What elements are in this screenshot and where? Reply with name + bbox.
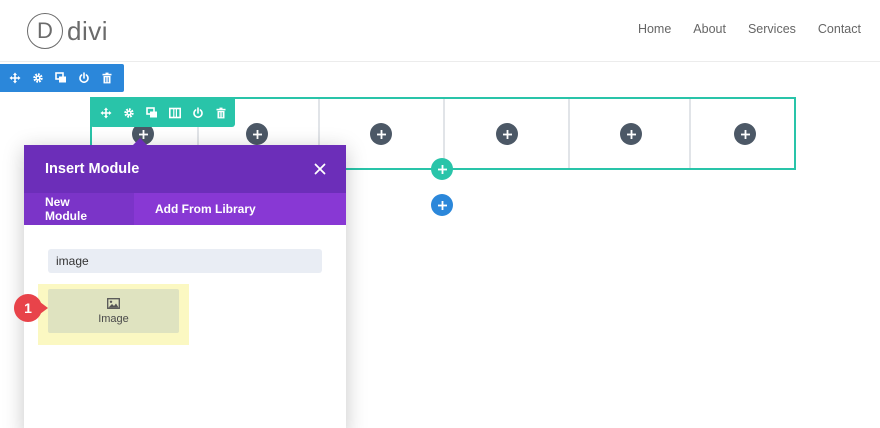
duplicate-icon[interactable] (55, 72, 67, 84)
add-section-button[interactable] (431, 194, 453, 216)
gear-icon[interactable] (32, 72, 44, 84)
add-module-button[interactable] (246, 123, 268, 145)
power-icon[interactable] (192, 107, 204, 119)
gear-icon[interactable] (123, 107, 135, 119)
callout-number: 1 (24, 300, 32, 316)
logo-mark: D (27, 13, 63, 49)
main-nav: Home About Services Contact (616, 22, 861, 36)
add-module-button[interactable] (620, 123, 642, 145)
add-row-button[interactable] (431, 158, 453, 180)
logo-text: divi (67, 15, 109, 46)
modal-body: Image (24, 225, 346, 428)
close-button[interactable] (313, 162, 327, 176)
trash-icon[interactable] (101, 72, 113, 84)
step-callout: 1 (14, 293, 48, 323)
section-toolbar (0, 64, 124, 92)
tab-new-module[interactable]: New Module (24, 193, 134, 225)
row-column-6[interactable] (691, 99, 794, 168)
row-column-4[interactable] (445, 99, 570, 168)
module-label: Image (98, 312, 129, 325)
divi-logo[interactable]: D divi (27, 13, 108, 49)
trash-icon[interactable] (215, 107, 227, 119)
add-module-button[interactable] (496, 123, 518, 145)
row-toolbar (90, 99, 235, 127)
columns-icon[interactable] (169, 107, 181, 119)
module-search-input[interactable] (48, 249, 322, 273)
tab-add-from-library[interactable]: Add From Library (134, 193, 277, 225)
nav-link-home[interactable]: Home (638, 22, 671, 36)
modal-pointer (132, 138, 148, 146)
site-header: D divi Home About Services Contact (0, 0, 880, 62)
modal-header: Insert Module (24, 145, 346, 193)
image-icon (107, 297, 120, 309)
duplicate-icon[interactable] (146, 107, 158, 119)
nav-link-about[interactable]: About (693, 22, 726, 36)
row-column-5[interactable] (570, 99, 691, 168)
nav-link-contact[interactable]: Contact (818, 22, 861, 36)
move-icon[interactable] (100, 107, 112, 119)
close-icon (314, 163, 326, 175)
insert-module-modal: Insert Module New Module Add From Librar… (24, 145, 346, 428)
add-module-button[interactable] (370, 123, 392, 145)
nav-link-services[interactable]: Services (748, 22, 796, 36)
move-icon[interactable] (9, 72, 21, 84)
modal-tabs: New Module Add From Library (24, 193, 346, 225)
modal-title: Insert Module (45, 161, 140, 177)
power-icon[interactable] (78, 72, 90, 84)
add-module-button[interactable] (734, 123, 756, 145)
module-card-image[interactable]: Image (48, 289, 179, 333)
